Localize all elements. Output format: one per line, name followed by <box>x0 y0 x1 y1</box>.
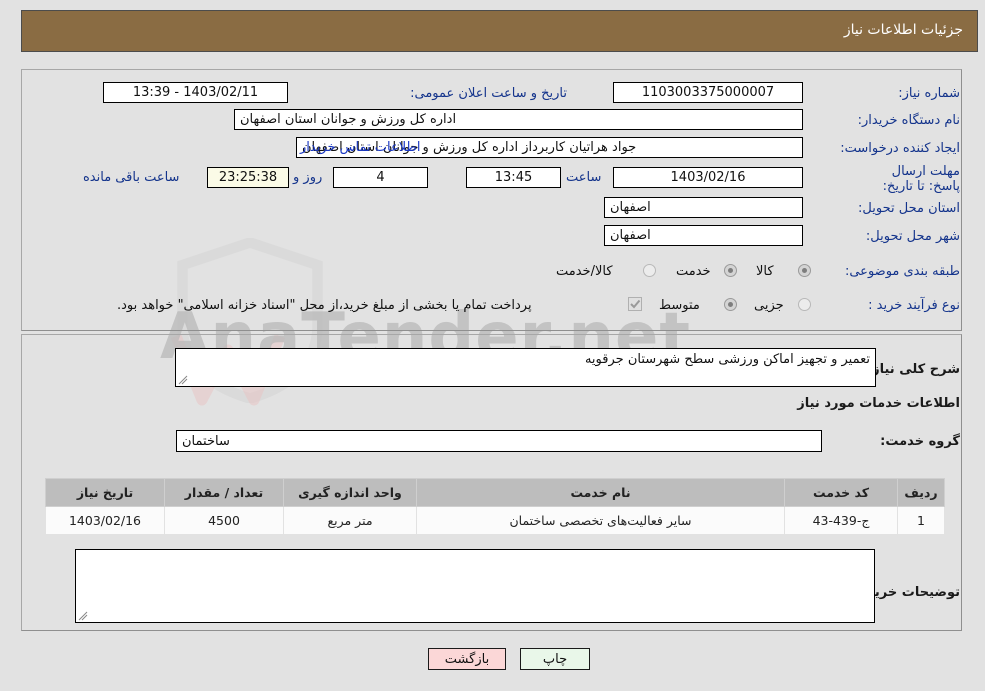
remaining-time-value: 23:25:38 <box>207 167 289 188</box>
cell-unit: متر مربع <box>283 506 417 535</box>
page-title: جزئیات اطلاعات نیاز <box>843 22 963 38</box>
cell-code: ج-439-43 <box>784 506 898 535</box>
col-need-date: تاریخ نیاز <box>45 478 165 507</box>
deadline-date-value: 1403/02/16 <box>613 167 803 188</box>
radio-category-kala-khedmat[interactable] <box>643 264 656 277</box>
cell-row: 1 <box>897 506 945 535</box>
radio-category-kala-khedmat-label: کالا/خدمت <box>556 264 613 279</box>
deadline-hour-label: ساعت <box>566 170 602 185</box>
remaining-days-label: روز و <box>293 170 323 185</box>
col-row: ردیف <box>897 478 945 507</box>
radio-category-kala-label: کالا <box>756 264 774 279</box>
cell-need-date: 1403/02/16 <box>45 506 165 535</box>
city-label: شهر محل تحویل: <box>865 229 960 244</box>
radio-category-khedmat-label: خدمت <box>676 264 711 279</box>
radio-category-kala[interactable] <box>798 264 811 277</box>
radio-category-khedmat[interactable] <box>724 264 737 277</box>
print-button[interactable]: چاپ <box>520 648 590 670</box>
general-desc-label: شرح کلی نیاز: <box>866 362 960 377</box>
cell-name: سایر فعالیت‌های تخصصی ساختمان <box>416 506 785 535</box>
deadline-hour-value: 13:45 <box>466 167 561 188</box>
deadline-label: مهلت ارسال پاسخ: تا تاریخ: <box>882 164 960 194</box>
col-unit: واحد اندازه گیری <box>283 478 417 507</box>
col-code: کد خدمت <box>784 478 898 507</box>
table-row: 1 ج-439-43 سایر فعالیت‌های تخصصی ساختمان… <box>45 506 945 535</box>
cell-quantity: 4500 <box>164 506 284 535</box>
radio-process-jozyi-label: جزیی <box>754 298 784 313</box>
buyer-notes-textarea[interactable] <box>75 549 875 623</box>
page-title-bar: جزئیات اطلاعات نیاز <box>21 10 978 52</box>
general-desc-textarea[interactable]: تعمیر و تجهیز اماکن ورزشی سطح شهرستان جر… <box>175 348 876 387</box>
radio-process-motavasset[interactable] <box>724 298 737 311</box>
resize-grip-icon[interactable] <box>178 375 188 385</box>
resize-grip-icon[interactable] <box>78 611 88 621</box>
table-header-row: ردیف کد خدمت نام خدمت واحد اندازه گیری ت… <box>45 478 945 507</box>
need-number-value: 1103003375000007 <box>613 82 803 103</box>
remaining-time-label: ساعت باقی مانده <box>83 170 180 185</box>
province-label: استان محل تحویل: <box>858 201 960 216</box>
province-value: اصفهان <box>604 197 803 218</box>
radio-process-jozyi[interactable] <box>798 298 811 311</box>
need-number-label: شماره نیاز: <box>898 86 960 101</box>
city-value: اصفهان <box>604 225 803 246</box>
back-button[interactable]: بازگشت <box>428 648 506 670</box>
general-desc-value: تعمیر و تجهیز اماکن ورزشی سطح شهرستان جر… <box>584 352 870 367</box>
buyer-org-label: نام دستگاه خریدار: <box>857 113 960 128</box>
col-quantity: تعداد / مقدار <box>164 478 284 507</box>
announce-datetime-value: 1403/02/11 - 13:39 <box>103 82 288 103</box>
service-group-value: ساختمان <box>176 430 822 452</box>
announce-datetime-label: تاریخ و ساعت اعلان عمومی: <box>410 86 567 101</box>
category-label: طبقه بندی موضوعی: <box>844 264 960 279</box>
col-name: نام خدمت <box>416 478 785 507</box>
services-section-title: اطلاعات خدمات مورد نیاز <box>797 396 960 411</box>
buyer-org-value: اداره کل ورزش و جوانان استان اصفهان <box>234 109 803 130</box>
service-group-label: گروه خدمت: <box>880 434 960 449</box>
treasury-checkbox-icon[interactable] <box>628 297 642 311</box>
radio-process-motavasset-label: متوسط <box>659 298 700 313</box>
creator-label: ایجاد کننده درخواست: <box>840 141 960 156</box>
process-label: نوع فرآیند خرید : <box>868 298 960 313</box>
treasury-note: پرداخت تمام یا بخشی از مبلغ خرید،از محل … <box>117 298 532 313</box>
buyer-contact-info-link[interactable]: اطلاعات تماس خریدار <box>300 140 420 155</box>
remaining-days-value: 4 <box>333 167 428 188</box>
services-table: ردیف کد خدمت نام خدمت واحد اندازه گیری ت… <box>45 478 945 535</box>
